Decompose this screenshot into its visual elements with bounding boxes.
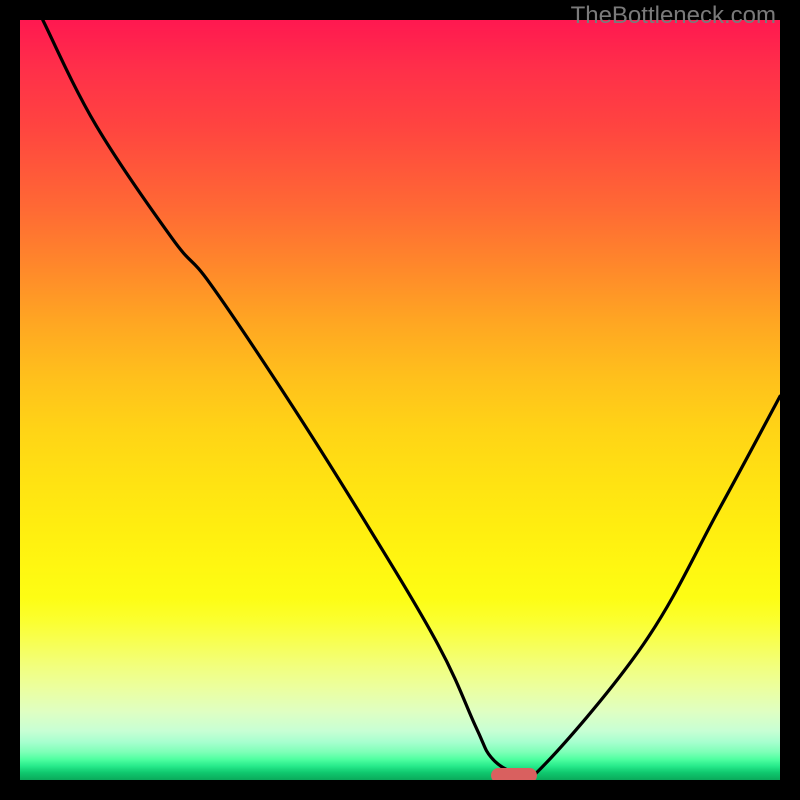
bottleneck-curve-path — [43, 20, 780, 780]
watermark-text: TheBottleneck.com — [571, 2, 776, 30]
optimal-indicator-pill — [491, 768, 537, 780]
curve-svg — [20, 20, 780, 780]
plot-area — [20, 20, 780, 780]
chart-frame — [20, 20, 780, 780]
